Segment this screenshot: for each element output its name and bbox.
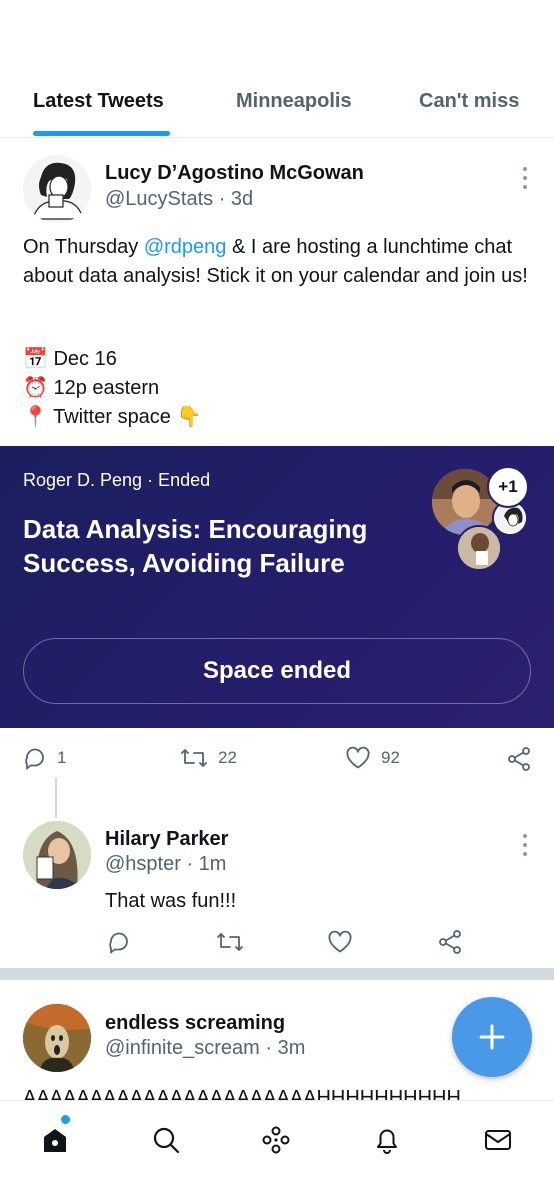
tab-latest-tweets[interactable]: Latest Tweets <box>33 90 164 113</box>
active-tab-indicator <box>33 131 170 136</box>
tab-cant-miss[interactable]: Can't miss <box>419 90 519 113</box>
detail-date: Dec 16 <box>53 348 117 370</box>
nav-notifications[interactable] <box>370 1123 404 1157</box>
space-host-status: Roger D. Peng · Ended <box>23 470 211 490</box>
author-handle[interactable]: @infinite_scream · 3m <box>105 1037 305 1060</box>
extra-listeners-badge: +1 <box>487 466 529 508</box>
nav-search[interactable] <box>149 1123 183 1157</box>
detail-line: 📅 Dec 16 <box>23 345 423 374</box>
share-button[interactable] <box>506 746 532 772</box>
compose-tweet-button[interactable] <box>452 997 532 1077</box>
section-divider <box>0 968 554 980</box>
space-ended-button[interactable]: Space ended <box>23 638 531 704</box>
tweet-details: 📅 Dec 16 ⏰ 12p eastern 📍 Twitter space 👇 <box>23 345 423 432</box>
space-title: Data Analysis: Encouraging Success, Avoi… <box>23 514 368 578</box>
tweet-text: On Thursday @rdpeng & I are hosting a lu… <box>23 233 538 291</box>
detail-location: Twitter space 👇 <box>53 406 202 428</box>
share-icon <box>439 930 461 954</box>
author-name[interactable]: Hilary Parker <box>105 828 228 851</box>
timeline-tabs: Latest Tweets Minneapolis Can't miss <box>0 0 554 138</box>
nav-spaces[interactable] <box>259 1123 293 1157</box>
pin-icon: 📍 <box>23 406 48 428</box>
nav-messages[interactable] <box>481 1123 515 1157</box>
reply-button[interactable] <box>107 930 131 954</box>
bottom-navigation <box>0 1100 554 1200</box>
like-button[interactable] <box>327 930 353 954</box>
spaces-icon <box>262 1126 290 1154</box>
retweet-button[interactable] <box>216 930 244 954</box>
calendar-icon: 📅 <box>23 348 48 370</box>
heart-icon <box>346 746 370 769</box>
tab-minneapolis[interactable]: Minneapolis <box>236 90 352 113</box>
heart-icon <box>328 930 352 953</box>
thread-connector <box>55 778 57 818</box>
mail-icon <box>485 1130 511 1150</box>
listener-avatar <box>456 525 502 571</box>
author-name[interactable]: endless screaming <box>105 1012 285 1035</box>
mention-link[interactable]: @rdpeng <box>144 236 227 258</box>
avatar[interactable] <box>23 155 91 223</box>
reply-icon <box>25 748 44 770</box>
like-button[interactable]: 92 <box>345 746 400 770</box>
detail-line: 📍 Twitter space 👇 <box>23 403 423 432</box>
reply-button[interactable]: 1 <box>23 746 66 770</box>
like-count: 92 <box>381 748 400 767</box>
reply-icon <box>109 932 128 954</box>
alarm-clock-icon: ⏰ <box>23 377 48 399</box>
share-icon <box>508 747 530 771</box>
plus-icon <box>479 1024 505 1050</box>
tweet-text-part: On Thursday <box>23 236 144 258</box>
reply-count: 1 <box>57 748 67 767</box>
home-icon <box>44 1129 66 1152</box>
author-handle[interactable]: @LucyStats · 3d <box>105 188 253 211</box>
retweet-button[interactable]: 22 <box>180 746 237 770</box>
avatar[interactable] <box>23 1004 91 1072</box>
retweet-count: 22 <box>218 748 237 767</box>
search-icon <box>153 1127 180 1154</box>
retweet-icon <box>181 749 207 767</box>
share-button[interactable] <box>437 929 463 955</box>
avatar[interactable] <box>23 821 91 889</box>
notification-dot <box>61 1115 70 1124</box>
author-name[interactable]: Lucy D’Agostino McGowan <box>105 162 364 185</box>
tweet-text: That was fun!!! <box>105 890 237 912</box>
detail-line: ⏰ 12p eastern <box>23 374 423 403</box>
tweet-text: AAAAAAAAAAAAAAAAAAAAAAHHHHHHHHHH <box>23 1087 461 1100</box>
retweet-icon <box>217 933 243 951</box>
more-options-icon[interactable] <box>522 167 528 189</box>
more-options-icon[interactable] <box>522 834 528 856</box>
nav-home[interactable] <box>38 1123 72 1157</box>
bell-icon <box>377 1129 397 1154</box>
detail-time: 12p eastern <box>53 377 160 399</box>
author-handle[interactable]: @hspter · 1m <box>105 853 226 876</box>
